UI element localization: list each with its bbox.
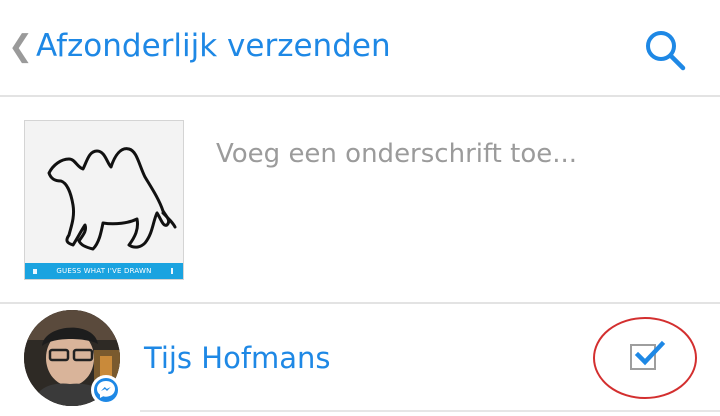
messenger-bolt-icon: [97, 381, 115, 398]
back-chevron-icon[interactable]: ❮: [8, 30, 33, 64]
search-button[interactable]: [640, 26, 690, 72]
attachment-banner: GUESS WHAT I'VE DRAWN: [25, 263, 183, 279]
banner-left-mark: [33, 269, 37, 274]
app-header: ❮ Afzonderlijk verzenden: [0, 0, 720, 95]
messenger-icon: [91, 375, 121, 405]
contact-row[interactable]: Tijs Hofmans: [0, 304, 720, 416]
camel-drawing-image: [47, 147, 177, 251]
attachment-banner-text: GUESS WHAT I'VE DRAWN: [56, 267, 152, 275]
search-icon: [646, 31, 686, 71]
row-divider: [140, 410, 720, 412]
header-divider: [0, 95, 720, 97]
page-title[interactable]: Afzonderlijk verzenden: [36, 26, 391, 66]
contact-name[interactable]: Tijs Hofmans: [144, 338, 331, 378]
checkmark-icon: [634, 340, 666, 366]
select-contact-checkbox[interactable]: [630, 340, 666, 370]
caption-input[interactable]: [216, 132, 696, 176]
banner-right-mark: [171, 268, 173, 274]
attachment-thumbnail[interactable]: GUESS WHAT I'VE DRAWN: [24, 120, 184, 280]
